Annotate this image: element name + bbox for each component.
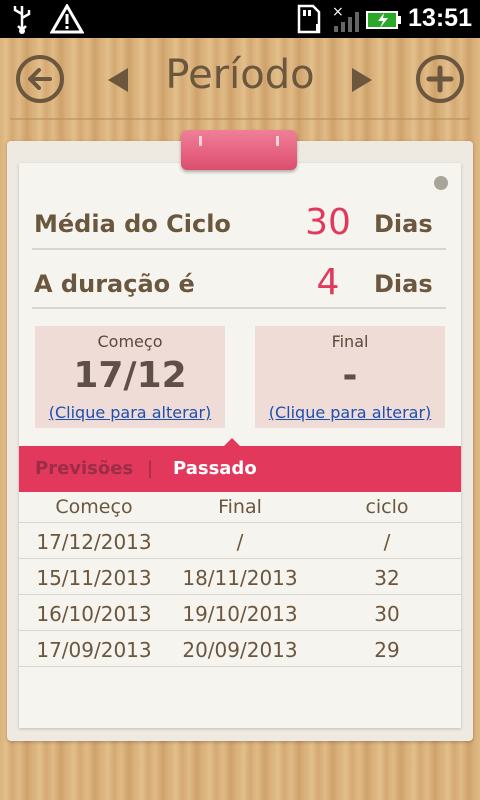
page-title: Período	[165, 52, 315, 98]
column-header-end: Final	[218, 496, 262, 518]
back-button[interactable]	[16, 55, 64, 103]
end-date-change-link[interactable]: (Clique para alterar)	[255, 403, 445, 422]
cell-cycle: 30	[374, 602, 400, 626]
end-date-box[interactable]: Final - (Clique para alterar)	[255, 326, 445, 428]
divider	[19, 558, 461, 559]
svg-text:×: ×	[332, 4, 344, 20]
cell-cycle: /	[383, 530, 391, 554]
back-arrow-icon	[28, 68, 52, 90]
tab-bar: Previsões | Passado	[19, 438, 461, 492]
column-header-start: Começo	[55, 496, 133, 518]
tab-passado[interactable]: Passado	[173, 458, 257, 479]
clip-decoration	[181, 130, 297, 170]
battery-icon	[366, 4, 402, 38]
header-divider	[10, 118, 470, 120]
divider	[19, 630, 461, 631]
cycle-average-unit: Dias	[374, 210, 433, 238]
column-header-cycle: ciclo	[365, 496, 409, 518]
warning-icon	[49, 2, 85, 38]
cell-end: 20/09/2013	[182, 638, 298, 662]
cell-end: 18/11/2013	[182, 566, 298, 590]
cycle-average-label: Média do Ciclo	[34, 210, 231, 238]
pin-icon	[434, 176, 448, 190]
divider	[19, 522, 461, 523]
cell-cycle: 29	[374, 638, 400, 662]
cell-start: 15/11/2013	[36, 566, 152, 590]
cell-cycle: 32	[374, 566, 400, 590]
start-date-title: Começo	[97, 332, 163, 351]
sd-card-icon	[296, 4, 322, 38]
signal-icon: ×	[330, 4, 362, 38]
start-date-change-link[interactable]: (Clique para alterar)	[35, 403, 225, 422]
divider	[32, 307, 446, 309]
divider	[19, 666, 461, 667]
duration-value: 4	[316, 262, 340, 303]
tab-indicator	[223, 438, 241, 447]
usb-icon	[10, 4, 34, 38]
status-time: 13:51	[408, 4, 472, 32]
cell-end: /	[236, 530, 244, 554]
start-date-box[interactable]: Começo 17/12 (Clique para alterar)	[35, 326, 225, 428]
end-date-title: Final	[331, 332, 369, 351]
end-date-value: -	[342, 355, 358, 396]
divider	[19, 594, 461, 595]
cycle-average-value: 30	[305, 202, 351, 243]
cell-end: 19/10/2013	[182, 602, 298, 626]
app-header: Período	[0, 38, 480, 128]
start-date-value: 17/12	[73, 355, 187, 396]
divider	[32, 248, 446, 250]
status-bar: × 13:51	[0, 0, 480, 38]
cell-start: 17/12/2013	[36, 530, 152, 554]
duration-label: A duração é	[34, 270, 195, 298]
duration-unit: Dias	[374, 270, 433, 298]
cell-start: 17/09/2013	[36, 638, 152, 662]
tab-previsoes[interactable]: Previsões	[35, 458, 133, 479]
plus-icon	[426, 65, 454, 93]
tab-separator: |	[147, 458, 154, 479]
add-button[interactable]	[416, 55, 464, 103]
caret-right-icon[interactable]	[352, 68, 372, 92]
cell-start: 16/10/2013	[36, 602, 152, 626]
caret-left-icon[interactable]	[108, 68, 128, 92]
